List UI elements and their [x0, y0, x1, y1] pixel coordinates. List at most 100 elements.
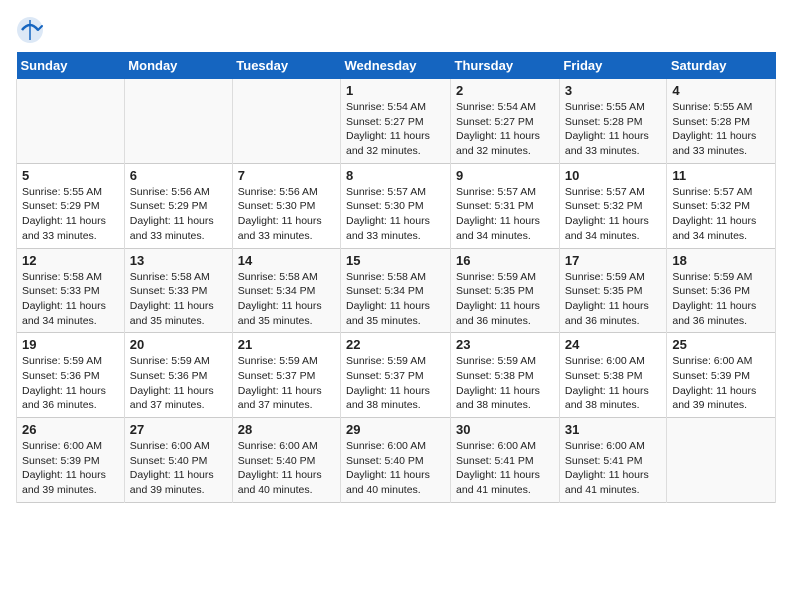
day-number: 10	[565, 168, 662, 183]
day-number: 18	[672, 253, 770, 268]
calendar-cell: 20Sunrise: 5:59 AM Sunset: 5:36 PM Dayli…	[124, 333, 232, 418]
calendar-cell: 14 Sunrise: 5:58 AM Sunset: 5:34 PM Dayli…	[232, 248, 340, 333]
day-number: 2	[456, 83, 554, 98]
day-content: Sunrise: 5:54 AM Sunset: 5:27 PM Dayligh…	[346, 100, 445, 159]
day-content: Sunrise: 5:57 AM Sunset: 5:30 PM Dayligh…	[346, 185, 445, 244]
calendar-cell: 1 Sunrise: 5:54 AM Sunset: 5:27 PM Daylig…	[341, 79, 451, 163]
day-content: Sunrise: 5:59 AM Sunset: 5:35 PM Dayligh…	[565, 270, 662, 329]
day-content: Sunrise: 6:00 AM Sunset: 5:39 PM Dayligh…	[22, 439, 119, 498]
day-content: Sunrise: 5:55 AM Sunset: 5:28 PM Dayligh…	[565, 100, 662, 159]
calendar-cell: 27 Sunrise: 6:00 AM Sunset: 5:40 PM Dayli…	[124, 418, 232, 503]
day-content: Sunrise: 5:59 AM Sunset: 5:37 PM Dayligh…	[238, 354, 335, 413]
header-friday: Friday	[559, 52, 667, 79]
day-number: 1	[346, 83, 445, 98]
day-content: Sunrise: 5:58 AM Sunset: 5:34 PM Dayligh…	[238, 270, 335, 329]
day-number: 14	[238, 253, 335, 268]
day-number: 26	[22, 422, 119, 437]
calendar-cell: 17 Sunrise: 5:59 AM Sunset: 5:35 PM Dayli…	[559, 248, 667, 333]
day-number: 30	[456, 422, 554, 437]
header-tuesday: Tuesday	[232, 52, 340, 79]
header-saturday: Saturday	[667, 52, 776, 79]
day-number: 9	[456, 168, 554, 183]
day-number: 29	[346, 422, 445, 437]
day-number: 8	[346, 168, 445, 183]
calendar-cell	[17, 79, 125, 163]
day-number: 16	[456, 253, 554, 268]
calendar-cell: 30 Sunrise: 6:00 AM Sunset: 5:41 PM Dayli…	[451, 418, 560, 503]
calendar-cell	[232, 79, 340, 163]
calendar-cell: 29 Sunrise: 6:00 AM Sunset: 5:40 PM Dayli…	[341, 418, 451, 503]
calendar-cell: 26 Sunrise: 6:00 AM Sunset: 5:39 PM Dayli…	[17, 418, 125, 503]
day-number: 6	[130, 168, 227, 183]
calendar-cell: 22 Sunrise: 5:59 AM Sunset: 5:37 PM Dayli…	[341, 333, 451, 418]
header-sunday: Sunday	[17, 52, 125, 79]
calendar-cell: 13Sunrise: 5:58 AM Sunset: 5:33 PM Dayli…	[124, 248, 232, 333]
day-content: Sunrise: 5:57 AM Sunset: 5:31 PM Dayligh…	[456, 185, 554, 244]
day-content: Sunrise: 5:58 AM Sunset: 5:33 PM Dayligh…	[22, 270, 119, 329]
day-content: Sunrise: 6:00 AM Sunset: 5:40 PM Dayligh…	[130, 439, 227, 498]
day-content: Sunrise: 5:55 AM Sunset: 5:28 PM Dayligh…	[672, 100, 770, 159]
calendar-cell: 2 Sunrise: 5:54 AM Sunset: 5:27 PM Daylig…	[451, 79, 560, 163]
week-row-5: 26 Sunrise: 6:00 AM Sunset: 5:39 PM Dayli…	[17, 418, 776, 503]
day-number: 3	[565, 83, 662, 98]
calendar-cell: 3 Sunrise: 5:55 AM Sunset: 5:28 PM Daylig…	[559, 79, 667, 163]
day-content: Sunrise: 6:00 AM Sunset: 5:40 PM Dayligh…	[346, 439, 445, 498]
day-content: Sunrise: 6:00 AM Sunset: 5:41 PM Dayligh…	[456, 439, 554, 498]
day-number: 4	[672, 83, 770, 98]
day-number: 27	[130, 422, 227, 437]
day-number: 15	[346, 253, 445, 268]
day-number: 19	[22, 337, 119, 352]
day-content: Sunrise: 6:00 AM Sunset: 5:40 PM Dayligh…	[238, 439, 335, 498]
calendar-cell: 7Sunrise: 5:56 AM Sunset: 5:30 PM Daylig…	[232, 163, 340, 248]
day-number: 5	[22, 168, 119, 183]
day-number: 25	[672, 337, 770, 352]
calendar-cell: 21 Sunrise: 5:59 AM Sunset: 5:37 PM Dayli…	[232, 333, 340, 418]
day-content: Sunrise: 5:54 AM Sunset: 5:27 PM Dayligh…	[456, 100, 554, 159]
calendar-cell: 25 Sunrise: 6:00 AM Sunset: 5:39 PM Dayli…	[667, 333, 776, 418]
calendar-cell: 8 Sunrise: 5:57 AM Sunset: 5:30 PM Daylig…	[341, 163, 451, 248]
header-monday: Monday	[124, 52, 232, 79]
day-content: Sunrise: 5:58 AM Sunset: 5:34 PM Dayligh…	[346, 270, 445, 329]
day-content: Sunrise: 5:59 AM Sunset: 5:36 PM Dayligh…	[22, 354, 119, 413]
calendar-header: SundayMondayTuesdayWednesdayThursdayFrid…	[17, 52, 776, 79]
day-number: 11	[672, 168, 770, 183]
header-thursday: Thursday	[451, 52, 560, 79]
day-content: Sunrise: 5:57 AM Sunset: 5:32 PM Dayligh…	[565, 185, 662, 244]
calendar-cell: 19 Sunrise: 5:59 AM Sunset: 5:36 PM Dayli…	[17, 333, 125, 418]
day-number: 21	[238, 337, 335, 352]
calendar-cell: 12Sunrise: 5:58 AM Sunset: 5:33 PM Dayli…	[17, 248, 125, 333]
week-row-4: 19 Sunrise: 5:59 AM Sunset: 5:36 PM Dayli…	[17, 333, 776, 418]
day-number: 13	[130, 253, 227, 268]
calendar-cell	[124, 79, 232, 163]
calendar-cell: 9 Sunrise: 5:57 AM Sunset: 5:31 PM Daylig…	[451, 163, 560, 248]
day-content: Sunrise: 5:56 AM Sunset: 5:30 PM Dayligh…	[238, 185, 335, 244]
calendar-cell: 31Sunrise: 6:00 AM Sunset: 5:41 PM Dayli…	[559, 418, 667, 503]
day-content: Sunrise: 6:00 AM Sunset: 5:39 PM Dayligh…	[672, 354, 770, 413]
day-content: Sunrise: 5:57 AM Sunset: 5:32 PM Dayligh…	[672, 185, 770, 244]
calendar-cell: 6 Sunrise: 5:56 AM Sunset: 5:29 PM Daylig…	[124, 163, 232, 248]
week-row-2: 5Sunrise: 5:55 AM Sunset: 5:29 PM Daylig…	[17, 163, 776, 248]
header-wednesday: Wednesday	[341, 52, 451, 79]
calendar-cell: 28 Sunrise: 6:00 AM Sunset: 5:40 PM Dayli…	[232, 418, 340, 503]
day-content: Sunrise: 5:59 AM Sunset: 5:38 PM Dayligh…	[456, 354, 554, 413]
week-row-3: 12Sunrise: 5:58 AM Sunset: 5:33 PM Dayli…	[17, 248, 776, 333]
calendar-body: 1 Sunrise: 5:54 AM Sunset: 5:27 PM Daylig…	[17, 79, 776, 502]
day-content: Sunrise: 5:59 AM Sunset: 5:37 PM Dayligh…	[346, 354, 445, 413]
calendar-cell: 15 Sunrise: 5:58 AM Sunset: 5:34 PM Dayli…	[341, 248, 451, 333]
day-number: 22	[346, 337, 445, 352]
day-content: Sunrise: 5:59 AM Sunset: 5:36 PM Dayligh…	[130, 354, 227, 413]
calendar-cell: 4 Sunrise: 5:55 AM Sunset: 5:28 PM Daylig…	[667, 79, 776, 163]
day-number: 23	[456, 337, 554, 352]
day-content: Sunrise: 6:00 AM Sunset: 5:41 PM Dayligh…	[565, 439, 662, 498]
day-number: 17	[565, 253, 662, 268]
logo-icon	[16, 16, 44, 44]
day-content: Sunrise: 6:00 AM Sunset: 5:38 PM Dayligh…	[565, 354, 662, 413]
day-content: Sunrise: 5:56 AM Sunset: 5:29 PM Dayligh…	[130, 185, 227, 244]
page-header	[16, 16, 776, 44]
calendar-cell: 23 Sunrise: 5:59 AM Sunset: 5:38 PM Dayli…	[451, 333, 560, 418]
calendar-cell	[667, 418, 776, 503]
calendar-cell: 10 Sunrise: 5:57 AM Sunset: 5:32 PM Dayli…	[559, 163, 667, 248]
calendar-cell: 18Sunrise: 5:59 AM Sunset: 5:36 PM Dayli…	[667, 248, 776, 333]
day-content: Sunrise: 5:59 AM Sunset: 5:35 PM Dayligh…	[456, 270, 554, 329]
day-number: 28	[238, 422, 335, 437]
